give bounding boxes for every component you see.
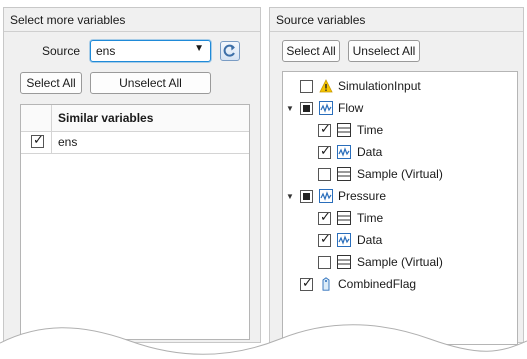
tree-item-checkbox[interactable] (300, 80, 313, 93)
variable-name: ens (58, 135, 78, 149)
tree-item-label: SimulationInput (338, 79, 421, 93)
torn-edge-decoration (0, 324, 527, 359)
tree-item-label: Sample (Virtual) (357, 167, 443, 181)
tree-item-label: Flow (338, 101, 364, 115)
tree-item-simulationinput[interactable]: SimulationInput (283, 76, 513, 96)
tree-item-checkbox[interactable] (318, 168, 331, 181)
checkmark-icon: ✓ (320, 121, 331, 136)
tree-item-checkbox[interactable]: ✓ (300, 275, 313, 291)
table-header: Similar variables (21, 105, 249, 132)
tree-item-combinedflag[interactable]: ✓ CombinedFlag (283, 274, 513, 294)
source-dropdown-value: ens (96, 44, 116, 58)
tree-item-label: Data (357, 145, 383, 159)
tree-item-pressure-sample[interactable]: Sample (Virtual) (283, 252, 513, 272)
chevron-down-icon: ▼ (194, 43, 204, 54)
tree-item-pressure-time[interactable]: ✓ Time (283, 208, 513, 228)
tree-item-label: Data (357, 233, 383, 247)
signal-icon (337, 233, 351, 247)
tree-item-label: Time (357, 123, 384, 137)
tree-item-checkbox[interactable]: ✓ (318, 231, 331, 247)
unselect-all-button[interactable]: Unselect All (90, 72, 211, 94)
checkmark-icon: ✓ (302, 275, 313, 290)
tree-item-checkbox[interactable] (318, 256, 331, 269)
tree-item-checkbox[interactable] (300, 102, 313, 115)
checkmark-icon: ✓ (320, 143, 331, 158)
table-icon (337, 123, 351, 137)
select-more-variables-panel: Select more variables Source ens ▼ Selec… (3, 7, 261, 343)
tree-item-label: CombinedFlag (338, 277, 417, 291)
tree-item-pressure-data[interactable]: ✓ Data (283, 230, 513, 250)
column-header-similar-variables: Similar variables (58, 111, 154, 125)
tag-icon (322, 277, 330, 291)
source-variables-panel: Source variables Select All Unselect All… (269, 7, 524, 345)
tree-item-label: Sample (Virtual) (357, 255, 443, 269)
tree-item-pressure[interactable]: ▼ Pressure (283, 186, 513, 206)
tree-item-checkbox[interactable]: ✓ (318, 209, 331, 225)
tree-item-label: Pressure (338, 189, 387, 203)
tree-item-flow-sample[interactable]: Sample (Virtual) (283, 164, 513, 184)
row-checkbox[interactable]: ✓ (31, 132, 44, 148)
signal-icon (319, 189, 333, 203)
source-dropdown[interactable]: ens ▼ (90, 40, 211, 62)
expand-toggle-icon[interactable]: ▼ (286, 104, 294, 113)
table-icon (337, 255, 351, 269)
refresh-button[interactable] (220, 41, 240, 61)
source-variables-tree: SimulationInput ▼ Flow ✓ Time ✓ Data Sam… (282, 71, 518, 345)
checkmark-icon: ✓ (320, 209, 331, 224)
refresh-icon (223, 44, 235, 57)
tree-item-flow-time[interactable]: ✓ Time (283, 120, 513, 140)
expand-toggle-icon[interactable]: ▼ (286, 192, 294, 201)
table-icon (337, 167, 351, 181)
panel-title: Source variables (270, 8, 523, 32)
select-all-button[interactable]: Select All (20, 72, 82, 94)
checkmark-icon: ✓ (33, 132, 44, 147)
tree-item-flow-data[interactable]: ✓ Data (283, 142, 513, 162)
warning-icon (319, 79, 333, 93)
select-all-button[interactable]: Select All (282, 40, 340, 62)
panel-title: Select more variables (4, 8, 260, 32)
signal-icon (337, 145, 351, 159)
similar-variables-table: Similar variables ✓ ens (20, 104, 250, 340)
source-label: Source (42, 44, 81, 58)
tree-item-checkbox[interactable]: ✓ (318, 143, 331, 159)
checkmark-icon: ✓ (320, 231, 331, 246)
tree-item-flow[interactable]: ▼ Flow (283, 98, 513, 118)
signal-icon (319, 101, 333, 115)
tree-item-label: Time (357, 211, 384, 225)
table-row[interactable]: ✓ ens (21, 131, 249, 154)
tree-item-checkbox[interactable] (300, 190, 313, 203)
table-icon (337, 211, 351, 225)
unselect-all-button[interactable]: Unselect All (348, 40, 420, 62)
tree-item-checkbox[interactable]: ✓ (318, 121, 331, 137)
